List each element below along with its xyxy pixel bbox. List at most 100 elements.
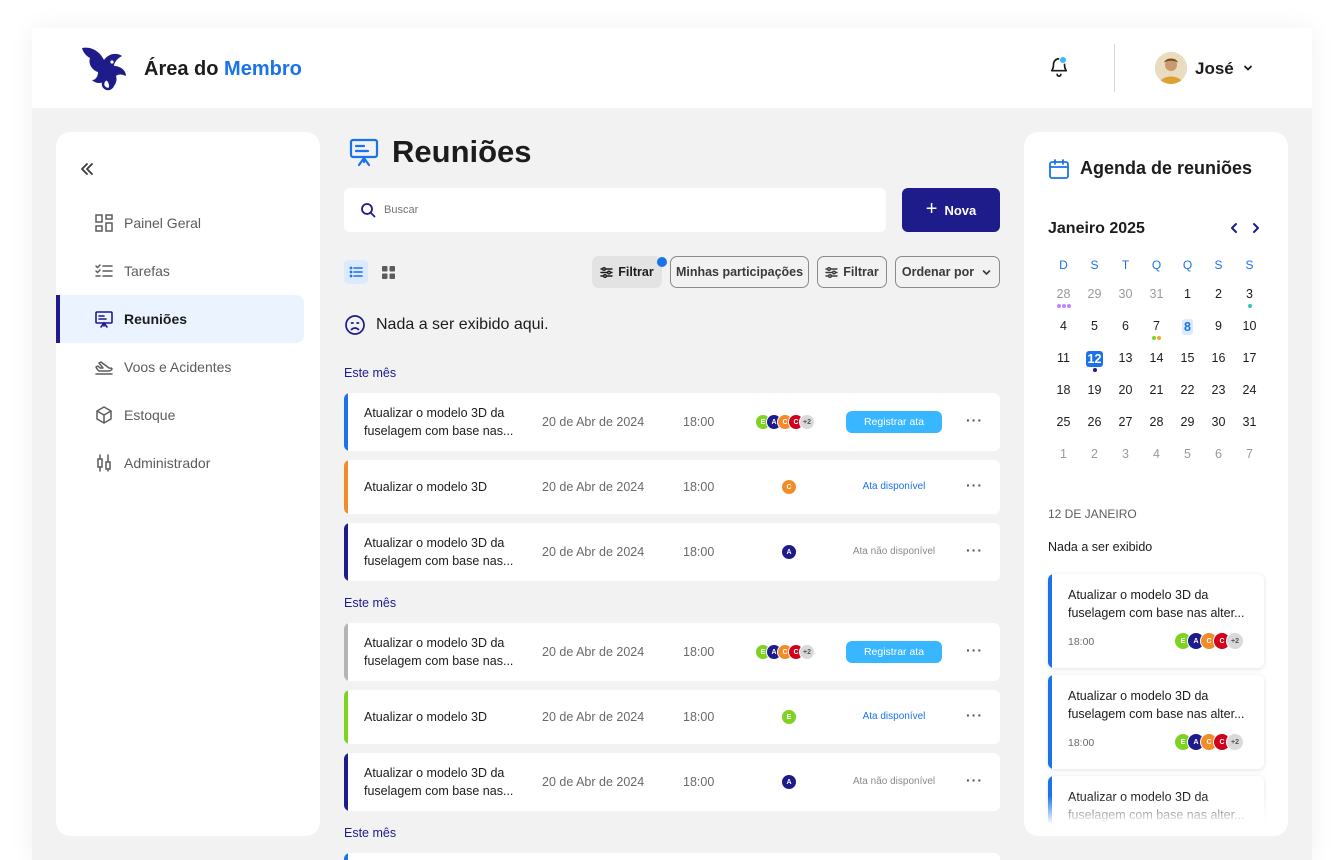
calendar-day[interactable]: 29 (1079, 287, 1110, 301)
filter-chip[interactable]: Filtrar (817, 256, 887, 288)
sidebar-item-estoque[interactable]: Estoque (56, 391, 304, 439)
calendar-day[interactable]: 12 (1079, 351, 1110, 367)
calendar-day[interactable]: 3 (1234, 287, 1265, 301)
minutes-available-link[interactable]: Ata disponível (846, 481, 942, 492)
my-participations-chip[interactable]: Minhas participações (670, 256, 809, 288)
calendar-day[interactable]: 10 (1234, 319, 1265, 333)
calendar-day[interactable]: 17 (1234, 351, 1265, 365)
calendar-day[interactable]: 30 (1110, 287, 1141, 301)
chevron-right-icon[interactable] (1248, 220, 1264, 236)
calendar-day[interactable]: 16 (1203, 351, 1234, 365)
active-filter-chip[interactable]: Filtrar (592, 256, 662, 288)
calendar-day[interactable]: 29 (1172, 415, 1203, 429)
calendar-day[interactable]: 7 (1234, 447, 1265, 461)
sidebar-item-tarefas[interactable]: Tarefas (56, 247, 304, 295)
calendar-day[interactable]: 13 (1110, 351, 1141, 365)
agenda-card[interactable]: Atualizar o modelo 3D da fuselagem com b… (1048, 675, 1264, 769)
meeting-row[interactable]: Atualizar o modelo 3D da fuselagem com b… (344, 623, 1000, 681)
more-options-icon[interactable]: ··· (966, 642, 983, 658)
calendar-day[interactable]: 2 (1079, 447, 1110, 461)
calendar-day[interactable]: 8 (1172, 319, 1203, 335)
user-name[interactable]: José (1195, 59, 1234, 79)
calendar-day[interactable]: 5 (1079, 319, 1110, 333)
calendar-day[interactable]: 14 (1141, 351, 1172, 365)
meeting-row[interactable]: Atualizar o modelo 3D 20 de Abr de 2024 … (344, 460, 1000, 514)
register-minutes-button[interactable]: Registrar ata (846, 411, 942, 433)
calendar-day[interactable]: 30 (1203, 415, 1234, 429)
meeting-title: Atualizar o modelo 3D (364, 710, 487, 724)
calendar-day[interactable]: 4 (1141, 447, 1172, 461)
order-by-dropdown[interactable]: Ordenar por (895, 256, 1000, 288)
search-input[interactable] (384, 204, 864, 216)
chevron-down-icon[interactable] (1242, 62, 1254, 74)
calendar-day[interactable]: 3 (1110, 447, 1141, 461)
calendar-day[interactable]: 18 (1048, 383, 1079, 397)
calendar-day[interactable]: 20 (1110, 383, 1141, 397)
more-options-icon[interactable]: ··· (966, 707, 983, 723)
agenda-card[interactable]: Atualizar o modelo 3D da fuselagem com b… (1048, 574, 1264, 668)
checklist-icon (95, 264, 113, 277)
calendar-day-number: 4 (1060, 319, 1067, 333)
calendar-day[interactable]: 9 (1203, 319, 1234, 333)
register-minutes-button[interactable]: Registrar ata (846, 641, 942, 663)
user-avatar[interactable] (1155, 52, 1187, 84)
calendar-day[interactable]: 4 (1048, 319, 1079, 333)
sidebar-item-voos-e-acidentes[interactable]: Voos e Acidentes (56, 343, 304, 391)
calendar-day[interactable]: 2 (1203, 287, 1234, 301)
sidebar-item-label: Painel Geral (124, 215, 202, 231)
calendar-day[interactable]: 31 (1141, 287, 1172, 301)
agenda-card-time: 18:00 (1068, 737, 1095, 749)
filter-sliders-icon (825, 266, 838, 278)
sad-face-icon (345, 315, 365, 335)
list-view-toggle[interactable] (344, 260, 368, 284)
calendar-day[interactable]: 19 (1079, 383, 1110, 397)
calendar-day[interactable]: 11 (1048, 351, 1079, 365)
grid-view-toggle[interactable] (376, 260, 400, 284)
collapse-sidebar-icon[interactable] (78, 160, 96, 178)
meeting-time: 18:00 (683, 775, 715, 789)
meeting-row[interactable] (344, 853, 1000, 860)
calendar-day[interactable]: 5 (1172, 447, 1203, 461)
meeting-row[interactable]: Atualizar o modelo 3D da fuselagem com b… (344, 523, 1000, 581)
sidebar-item-label: Tarefas (124, 263, 170, 279)
header-divider (1114, 44, 1115, 92)
more-options-icon[interactable]: ··· (966, 477, 983, 493)
calendar-day[interactable]: 15 (1172, 351, 1203, 365)
sidebar-item-administrador[interactable]: Administrador (56, 439, 304, 487)
section-label: Este mês (344, 826, 397, 840)
brand-prefix: Área do (144, 58, 219, 80)
calendar-day[interactable]: 25 (1048, 415, 1079, 429)
minutes-available-link[interactable]: Ata disponível (846, 711, 942, 722)
calendar-day[interactable]: 31 (1234, 415, 1265, 429)
more-options-icon[interactable]: ··· (966, 772, 983, 788)
calendar-day[interactable]: 28 (1048, 287, 1079, 301)
search-bar[interactable] (344, 188, 886, 232)
calendar-day[interactable]: 27 (1110, 415, 1141, 429)
more-options-icon[interactable]: ··· (966, 542, 983, 558)
agenda-card-title: Atualizar o modelo 3D da fuselagem com b… (1068, 588, 1245, 620)
sidebar-item-reunioes[interactable]: Reuniões (56, 295, 304, 343)
meeting-row[interactable]: Atualizar o modelo 3D da fuselagem com b… (344, 753, 1000, 811)
calendar-day[interactable]: 6 (1203, 447, 1234, 461)
new-meeting-button[interactable]: + Nova (902, 188, 1000, 232)
calendar-day[interactable]: 21 (1141, 383, 1172, 397)
meeting-title: Atualizar o modelo 3D da fuselagem com b… (364, 766, 514, 798)
calendar-day[interactable]: 1 (1048, 447, 1079, 461)
calendar-day[interactable]: 22 (1172, 383, 1203, 397)
calendar-day[interactable]: 1 (1172, 287, 1203, 301)
meeting-row[interactable]: Atualizar o modelo 3D 20 de Abr de 2024 … (344, 690, 1000, 744)
calendar-day-number: 25 (1056, 415, 1071, 429)
calendar-day[interactable]: 26 (1079, 415, 1110, 429)
calendar-day-number: 30 (1211, 415, 1226, 429)
chevron-left-icon[interactable] (1226, 220, 1242, 236)
meeting-row[interactable]: Atualizar o modelo 3D da fuselagem com b… (344, 393, 1000, 451)
calendar-day[interactable]: 6 (1110, 319, 1141, 333)
calendar-day[interactable]: 7 (1141, 319, 1172, 333)
calendar-day[interactable]: 24 (1234, 383, 1265, 397)
calendar-day[interactable]: 28 (1141, 415, 1172, 429)
more-options-icon[interactable]: ··· (966, 412, 983, 428)
brand-highlight: Membro (224, 58, 302, 80)
calendar-day[interactable]: 23 (1203, 383, 1234, 397)
sidebar-item-painel-geral[interactable]: Painel Geral (56, 199, 304, 247)
griffin-logo-icon[interactable] (78, 42, 130, 94)
